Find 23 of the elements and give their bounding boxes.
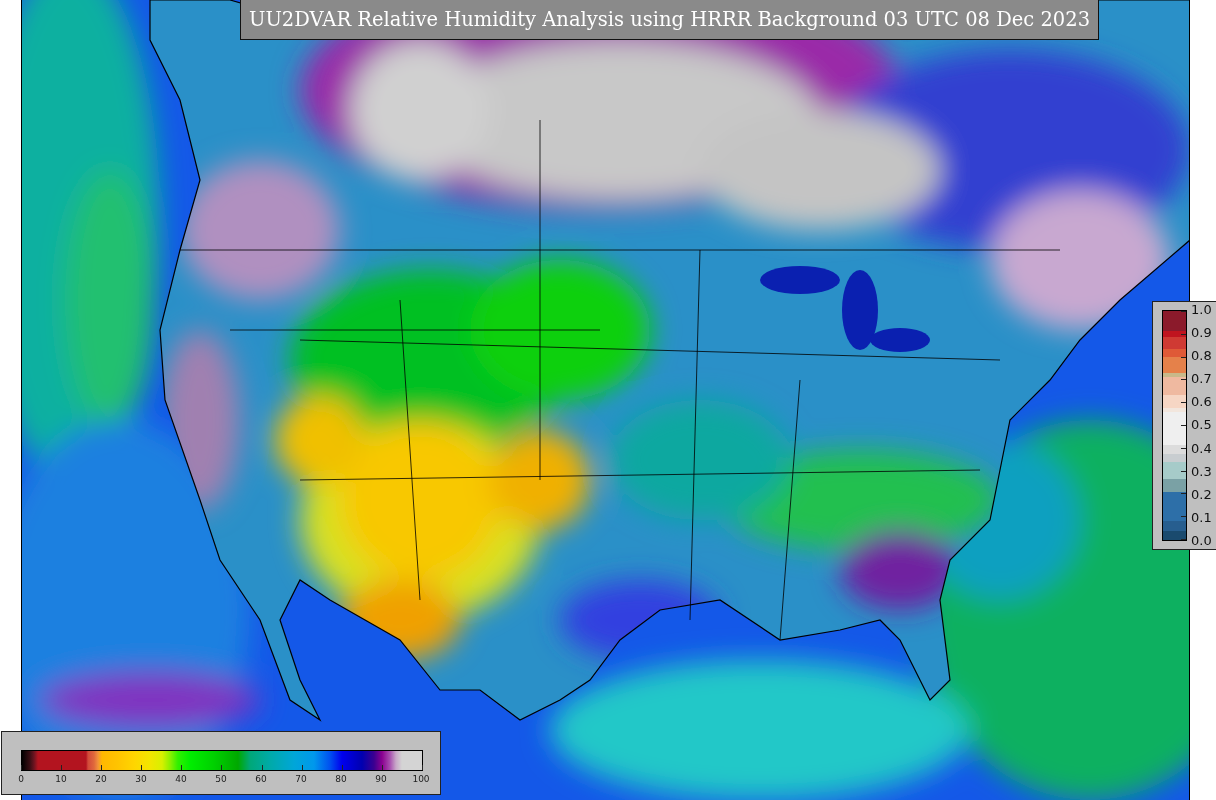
scale-label: 0.3 <box>1191 463 1212 480</box>
scale-label: 90 <box>375 774 387 785</box>
scale-label: 0 <box>18 774 24 785</box>
map-title: UU2DVAR Relative Humidity Analysis using HRRR Background 03 UTC 08 Dec 2023 <box>240 0 1100 40</box>
scale-label: 0.4 <box>1191 440 1212 457</box>
scale-label: 0.8 <box>1191 348 1212 365</box>
scale-label: 0.7 <box>1191 371 1212 388</box>
scale-label: 80 <box>335 774 347 785</box>
scale-label: 40 <box>175 774 187 785</box>
scale-label: 60 <box>255 774 267 785</box>
scale-label: 0.6 <box>1191 394 1212 411</box>
scale-label: 0.2 <box>1191 486 1212 503</box>
scale-label: 20 <box>95 774 107 785</box>
scale-label: 0.9 <box>1191 325 1212 342</box>
scale-label: 1.0 <box>1191 302 1212 318</box>
scale-label: 0.0 <box>1191 532 1212 549</box>
scale-label: 70 <box>295 774 307 785</box>
scale-label: 50 <box>215 774 227 785</box>
scale-label: 0.1 <box>1191 509 1212 526</box>
scale-label: 0.5 <box>1191 417 1212 434</box>
scale-label: 30 <box>135 774 147 785</box>
scale-label: 10 <box>55 774 67 785</box>
scale-label: 100 <box>412 774 430 785</box>
